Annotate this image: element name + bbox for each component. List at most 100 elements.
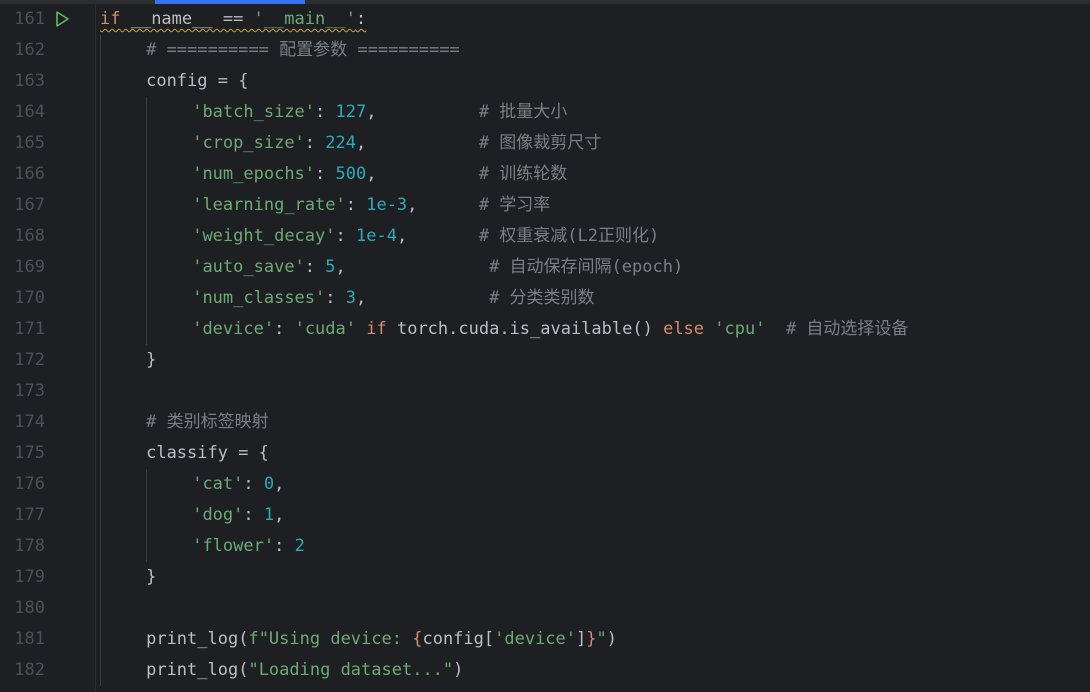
line-number[interactable]: 177 [0,500,45,531]
code-token-string: 'cpu' [714,319,766,339]
code-line[interactable]: 164 'batch_size': 127, # 批量大小 [0,97,1090,128]
code-line[interactable]: 162 # ========== 配置参数 ========== [0,35,1090,66]
code-token-string: 'num_epochs' [192,164,316,184]
code-text: 'auto_save': 5, # 自动保存间隔(epoch) [192,252,683,283]
code-token-default: config = { [146,71,249,91]
code-token-default: : [304,257,326,277]
code-token-default: ) [606,629,618,649]
code-text: 'crop_size': 224, # 图像裁剪尺寸 [192,128,601,159]
code-token-default: : [315,102,336,122]
code-line[interactable]: 176 'cat': 0, [0,469,1090,500]
code-token-string: 'device' [494,629,577,649]
code-token-number: 0 [263,474,275,494]
code-token-number: 1e-4 [355,226,397,246]
line-number[interactable]: 168 [0,221,45,252]
code-line[interactable]: 167 'learning_rate': 1e-3, # 学习率 [0,190,1090,221]
code-token-comment: # ========== 配置参数 ========== [146,40,460,60]
code-line[interactable]: 169 'auto_save': 5, # 自动保存间隔(epoch) [0,252,1090,283]
code-token-string: " [596,629,607,649]
line-number[interactable]: 182 [0,655,45,686]
line-number[interactable]: 164 [0,97,45,128]
code-line[interactable]: 163 config = { [0,66,1090,97]
code-token-string: f"Using device: [248,629,413,649]
code-text: # ========== 配置参数 ========== [146,35,460,66]
line-number[interactable]: 176 [0,469,45,500]
line-number[interactable]: 173 [0,376,45,407]
line-number[interactable]: 174 [0,407,45,438]
code-token-number: 2 [294,536,305,556]
code-line[interactable]: 182 print_log("Loading dataset...") [0,655,1090,686]
code-token-comment: # 权重衰减(L2正则化) [478,226,660,246]
code-token-default: : [325,288,346,308]
code-token-default: config[ [422,629,495,649]
code-line[interactable]: 173 [0,376,1090,407]
code-text: } [146,345,156,376]
code-line[interactable]: 166 'num_epochs': 500, # 训练轮数 [0,159,1090,190]
code-text: 'dog': 1, [192,500,284,531]
code-token-comment: # 学习率 [478,195,551,215]
code-token-comment: # 类别标签映射 [146,412,269,432]
line-number[interactable]: 165 [0,128,45,159]
line-number[interactable]: 167 [0,190,45,221]
code-token-string: 'device' [192,319,275,339]
line-number[interactable]: 172 [0,345,45,376]
code-text: 'device': 'cuda' if torch.cuda.is_availa… [192,314,908,345]
code-token-default: , [366,164,479,184]
line-number[interactable]: 180 [0,593,45,624]
code-text: 'cat': 0, [192,469,284,500]
code-text: # 类别标签映射 [146,407,268,438]
code-token-comment: # 分类类别数 [489,288,595,308]
code-text: 'weight_decay': 1e-4, # 权重衰减(L2正则化) [192,221,659,252]
code-text: config = { [146,66,248,97]
line-number[interactable]: 161 [0,4,45,35]
line-number[interactable]: 166 [0,159,45,190]
line-number[interactable]: 181 [0,624,45,655]
line-number[interactable]: 169 [0,252,45,283]
code-token-default: : [355,9,367,29]
line-number[interactable]: 162 [0,35,45,66]
code-line[interactable]: 165 'crop_size': 224, # 图像裁剪尺寸 [0,128,1090,159]
code-line[interactable]: 179} [0,562,1090,593]
code-text: 'num_epochs': 500, # 训练轮数 [192,159,567,190]
code-token-default: : [274,319,295,339]
code-line[interactable]: 181 print_log(f"Using device: {config['de… [0,624,1090,655]
code-token-default: , [335,257,490,277]
code-token-default: : [274,536,295,556]
line-number[interactable]: 163 [0,66,45,97]
line-number[interactable]: 175 [0,438,45,469]
code-line[interactable]: 178 'flower': 2 [0,531,1090,562]
code-line[interactable]: 177 'dog': 1, [0,500,1090,531]
code-line[interactable]: 172} [0,345,1090,376]
code-token-keyword: if [366,319,387,339]
code-token-default: print_log( [146,629,249,649]
code-line[interactable]: 168 'weight_decay': 1e-4, # 权重衰减(L2正则化) [0,221,1090,252]
code-line[interactable]: 175 classify = { [0,438,1090,469]
code-text: 'num_classes': 3, # 分类类别数 [192,283,594,314]
code-token-string: 'auto_save' [192,257,305,277]
code-token-string: 'crop_size' [192,133,305,153]
code-token-default: , [407,195,479,215]
code-line[interactable]: 171 'device': 'cuda' if torch.cuda.is_ava… [0,314,1090,345]
code-token-keyword: else [663,319,705,339]
code-line[interactable]: 161 if __name__ == '__main__': [0,4,1090,35]
line-number[interactable]: 179 [0,562,45,593]
code-line[interactable]: 174 # 类别标签映射 [0,407,1090,438]
line-number[interactable]: 178 [0,531,45,562]
code-line[interactable]: 170 'num_classes': 3, # 分类类别数 [0,283,1090,314]
code-token-number: 224 [325,133,356,153]
code-token-default [765,319,785,339]
code-editor[interactable]: 161 if __name__ == '__main__': 162 # ======… [0,4,1090,686]
code-token-string: "Loading dataset..." [248,660,454,680]
code-token-comment: # 训练轮数 [478,164,568,184]
code-token-default: , [356,133,479,153]
code-line[interactable]: 180 [0,593,1090,624]
line-number[interactable]: 171 [0,314,45,345]
code-token-default: : [243,474,264,494]
code-token-default: : [304,133,326,153]
code-token-number: 127 [335,102,367,122]
line-number[interactable]: 170 [0,283,45,314]
code-token-default: } [146,567,157,587]
code-token-string: 'dog' [192,505,244,525]
code-token-string: '__main__' [253,9,356,29]
run-icon[interactable] [52,9,72,29]
